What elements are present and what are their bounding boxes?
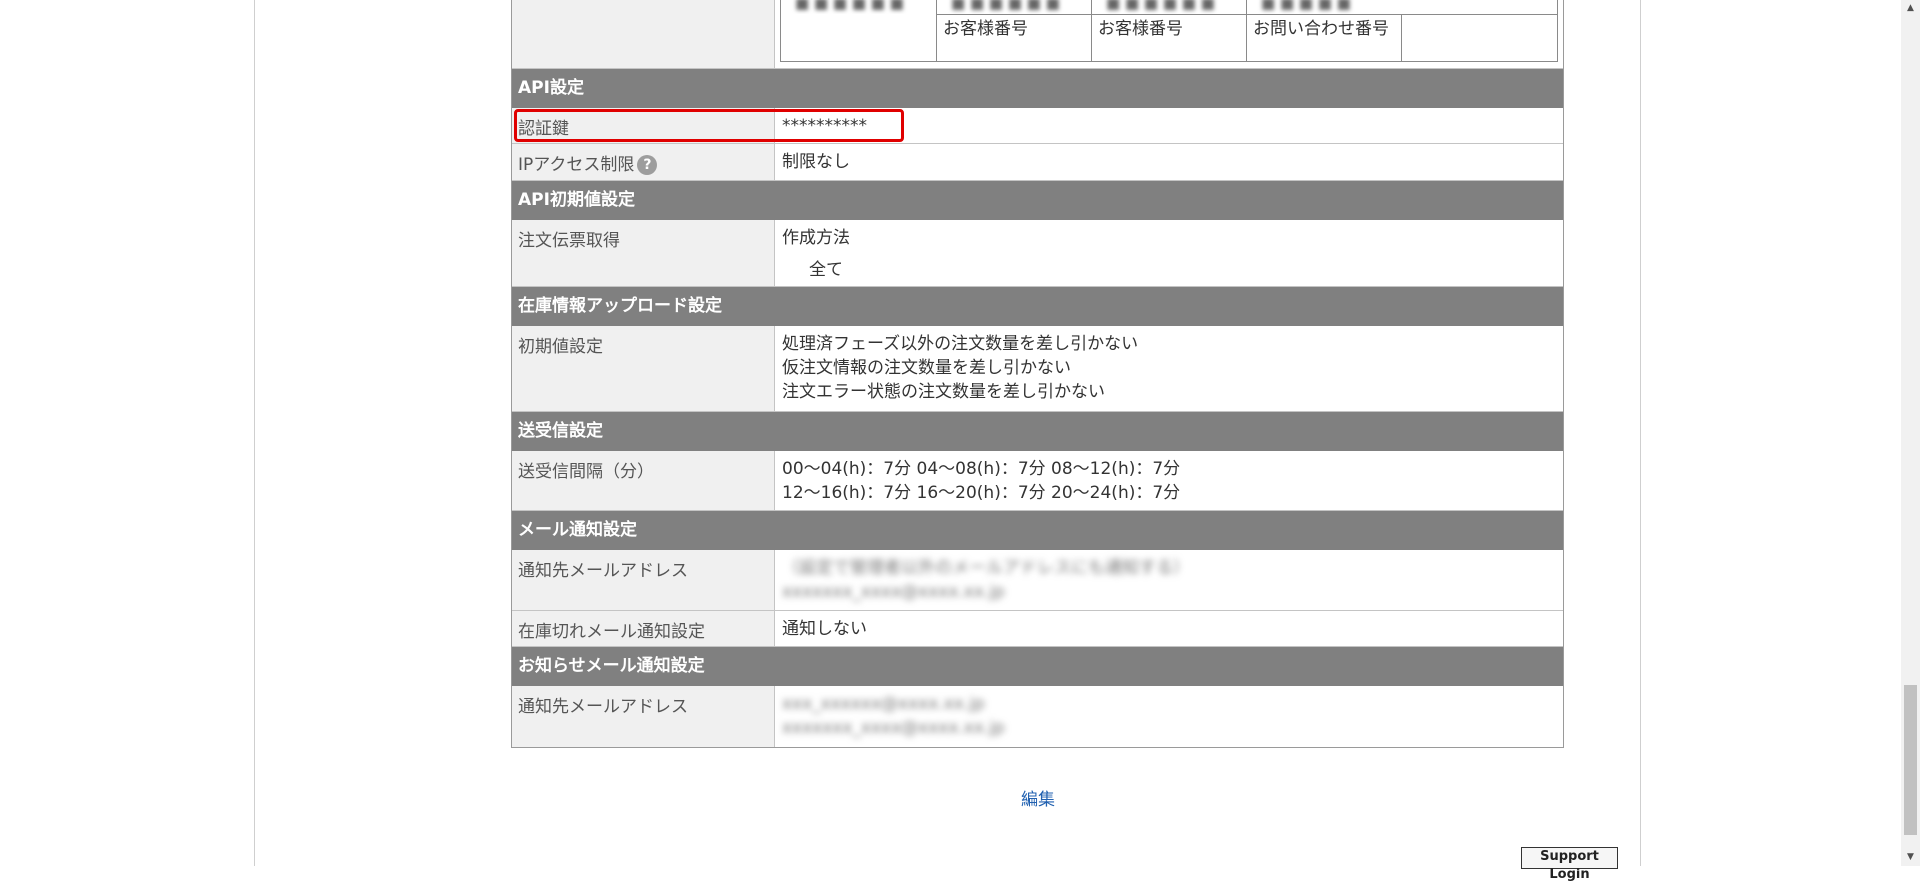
help-icon[interactable]: ? bbox=[637, 155, 658, 175]
mail-address-line: （設定で管理者以外のメールアドレスにも通知する） bbox=[782, 558, 1190, 578]
transfer-interval-line: 00～04(h)：7分 04～08(h)：7分 08～12(h)：7分 bbox=[782, 459, 1181, 479]
stock-initial-line: 仮注文情報の注文数量を差し引かない bbox=[782, 358, 1071, 378]
mail-address-value-cell: （設定で管理者以外のメールアドレスにも通知する） xxxxxxx_xxxx@xx… bbox=[776, 550, 1563, 610]
stock-initial-value-cell: 処理済フェーズ以外の注文数量を差し引かない 仮注文情報の注文数量を差し引かない … bbox=[776, 326, 1563, 411]
scroll-up-icon[interactable]: ▲ bbox=[1901, 0, 1920, 17]
order-slip-label: 注文伝票取得 bbox=[512, 220, 775, 286]
ip-access-row: IPアクセス制限? 制限なし bbox=[512, 144, 1563, 181]
scrollbar-thumb[interactable] bbox=[1904, 685, 1917, 835]
mail-address-label: 通知先メールアドレス bbox=[512, 550, 775, 610]
section-header-api: API設定 bbox=[512, 69, 1563, 108]
news-address-line: xxxxxxx_xxxx@xxxx.xx.jp bbox=[782, 718, 1005, 738]
section-header-mail-notify: メール通知設定 bbox=[512, 511, 1563, 550]
stock-initial-label: 初期値設定 bbox=[512, 326, 775, 411]
transfer-interval-row: 送受信間隔（分） 00～04(h)：7分 04～08(h)：7分 08～12(h… bbox=[512, 451, 1563, 511]
order-slip-row: 注文伝票取得 作成方法 全て bbox=[512, 220, 1563, 287]
news-address-label: 通知先メールアドレス bbox=[512, 686, 775, 747]
news-address-value-cell: xxx_xxxxxx@xxxx.xx.jp xxxxxxx_xxxx@xxxx.… bbox=[776, 686, 1563, 747]
edit-link[interactable]: 編集 bbox=[1021, 785, 1055, 810]
stock-initial-line: 注文エラー状態の注文数量を差し引かない bbox=[782, 382, 1105, 402]
transfer-interval-line: 12～16(h)：7分 16～20(h)：7分 20～24(h)：7分 bbox=[782, 483, 1181, 503]
ip-access-label: IPアクセス制限 bbox=[518, 155, 635, 175]
mail-address-row: 通知先メールアドレス （設定で管理者以外のメールアドレスにも通知する） xxxx… bbox=[512, 550, 1563, 611]
section-header-news-notify: お知らせメール通知設定 bbox=[512, 647, 1563, 686]
order-slip-value-cell: 作成方法 全て bbox=[776, 220, 1563, 286]
stockout-mail-label: 在庫切れメール通知設定 bbox=[512, 611, 775, 646]
section-header-stock-upload: 在庫情報アップロード設定 bbox=[512, 287, 1563, 326]
order-slip-value: 全て bbox=[809, 260, 843, 280]
stockout-mail-value: 通知しない bbox=[782, 619, 867, 639]
transfer-interval-label: 送受信間隔（分） bbox=[512, 451, 775, 510]
ip-access-value: 制限なし bbox=[782, 152, 850, 172]
empty-label-cell bbox=[512, 0, 775, 68]
order-slip-method: 作成方法 bbox=[782, 228, 850, 248]
vertical-scrollbar[interactable]: ▲ ▼ bbox=[1901, 0, 1920, 866]
news-address-line: xxx_xxxxxx@xxxx.xx.jp bbox=[782, 694, 985, 714]
section-header-transfer: 送受信設定 bbox=[512, 412, 1563, 451]
news-address-row: 通知先メールアドレス xxx_xxxxxx@xxxx.xx.jp xxxxxxx… bbox=[512, 686, 1563, 747]
subtable-row bbox=[512, 0, 1563, 69]
ip-access-label-cell: IPアクセス制限? bbox=[512, 144, 775, 180]
stockout-mail-row: 在庫切れメール通知設定 通知しない bbox=[512, 611, 1563, 647]
transfer-interval-value-cell: 00～04(h)：7分 04～08(h)：7分 08～12(h)：7分 12～1… bbox=[776, 451, 1563, 510]
section-header-api-defaults: API初期値設定 bbox=[512, 181, 1563, 220]
stock-initial-row: 初期値設定 処理済フェーズ以外の注文数量を差し引かない 仮注文情報の注文数量を差… bbox=[512, 326, 1563, 412]
scroll-down-icon[interactable]: ▼ bbox=[1901, 849, 1920, 866]
auth-key-highlight bbox=[514, 109, 904, 142]
stock-initial-line: 処理済フェーズ以外の注文数量を差し引かない bbox=[782, 334, 1139, 354]
mail-address-line: xxxxxxx_xxxx@xxxx.xx.jp bbox=[782, 582, 1005, 602]
